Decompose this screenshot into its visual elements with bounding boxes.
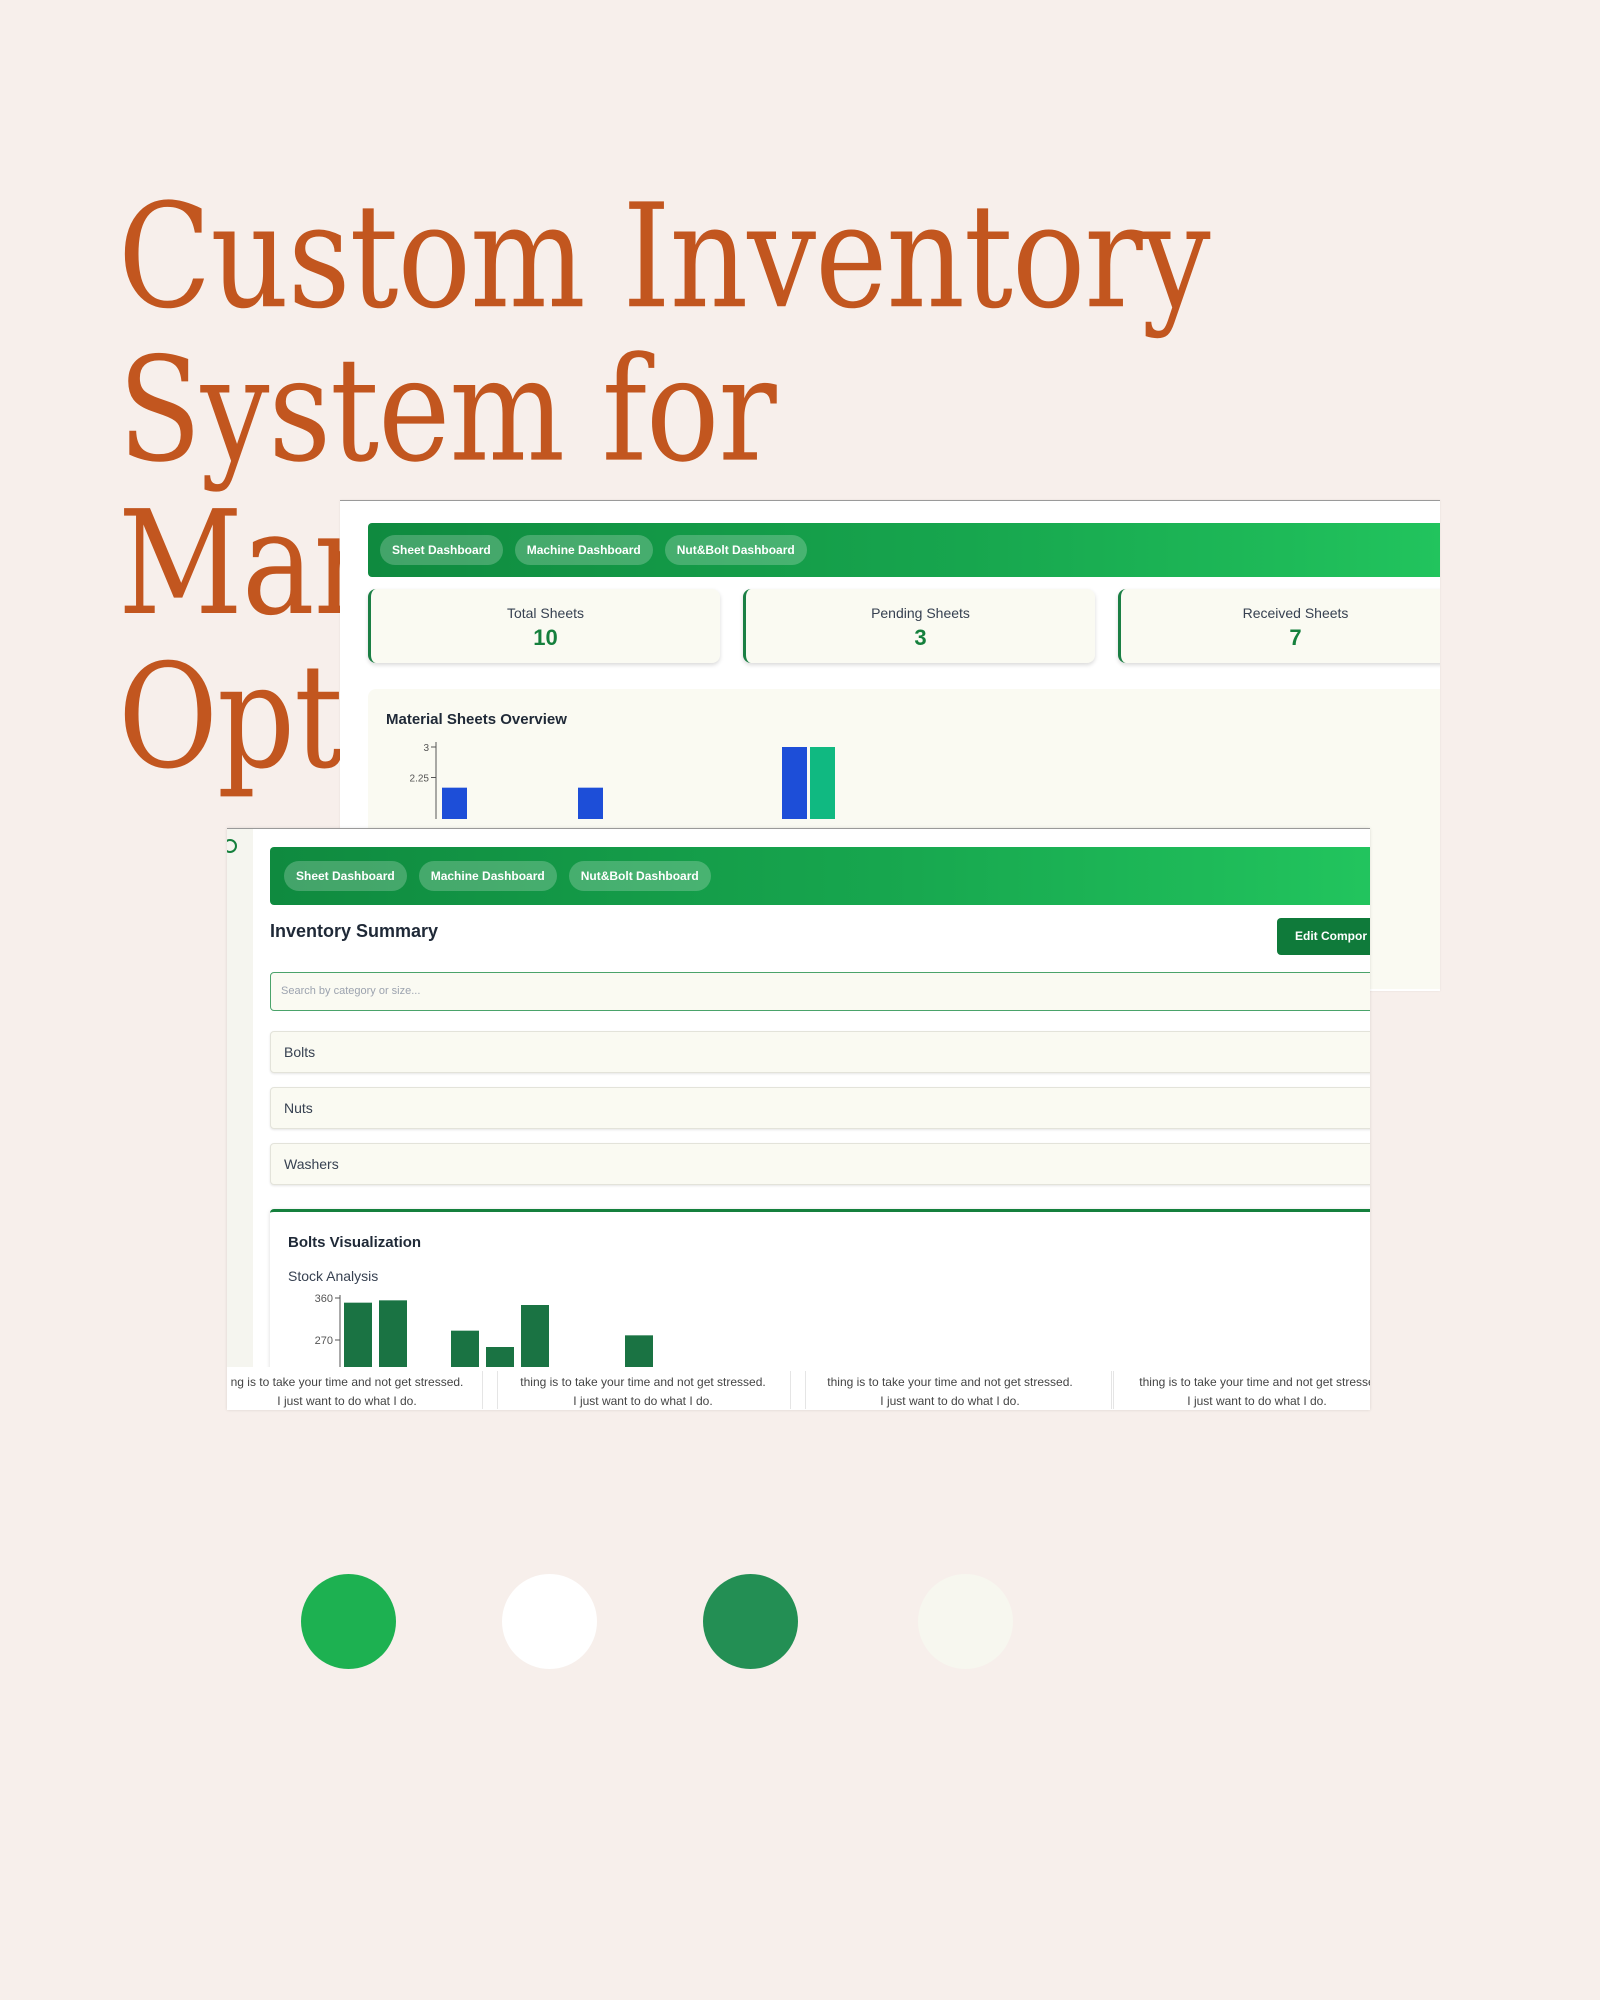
y-tick-label: 2.25 <box>410 774 430 785</box>
nav-sheet-dashboard[interactable]: Sheet Dashboard <box>380 535 503 565</box>
footer-cell: ng is to take your time and not get stre… <box>227 1373 487 1410</box>
search-input[interactable]: Search by category or size... <box>270 972 1370 1011</box>
palette-swatch-green <box>301 1574 396 1669</box>
palette-swatch-cream <box>918 1574 1013 1669</box>
footer-line: thing is to take your time and not get s… <box>520 1375 766 1389</box>
material-sheets-chart: 32.25 <box>410 742 835 819</box>
inventory-dashboard-screenshot: Sheet Dashboard Machine Dashboard Nut&Bo… <box>227 828 1370 1410</box>
divider <box>805 1371 806 1409</box>
bar <box>379 1300 407 1370</box>
bar <box>578 787 603 819</box>
footer-strip: ng is to take your time and not get stre… <box>227 1367 1370 1410</box>
footer-cell: thing is to take your time and not get s… <box>503 1373 783 1410</box>
footer-line: I just want to do what I do. <box>880 1394 1020 1408</box>
footer-line: I just want to do what I do. <box>277 1394 417 1408</box>
bolts-stock-chart: 360 270 <box>315 1293 653 1370</box>
divider <box>482 1371 483 1409</box>
bar <box>521 1305 549 1370</box>
sidebar <box>227 829 253 1410</box>
footer-line: I just want to do what I do. <box>1187 1394 1327 1408</box>
y-tick-label: 360 <box>315 1293 333 1305</box>
title-line-1: Custom Inventory System for <box>118 172 1211 494</box>
top-nav: Sheet Dashboard Machine Dashboard Nut&Bo… <box>270 847 1370 905</box>
bar <box>782 747 807 819</box>
footer-line: I just want to do what I do. <box>573 1394 713 1408</box>
footer-line: thing is to take your time and not get s… <box>1139 1375 1370 1389</box>
edit-components-button[interactable]: Edit Compor <box>1277 918 1370 955</box>
stat-label: Pending Sheets <box>871 605 970 621</box>
top-nav: Sheet Dashboard Machine Dashboard Nut&Bo… <box>368 523 1440 577</box>
stat-label: Total Sheets <box>506 605 585 621</box>
category-washers[interactable]: Washers <box>270 1143 1370 1185</box>
y-tick-label: 3 <box>423 743 429 754</box>
nav-nutbolt-dashboard[interactable]: Nut&Bolt Dashboard <box>568 861 711 891</box>
divider <box>1113 1371 1114 1409</box>
palette-swatch-dark-green <box>703 1574 798 1669</box>
stat-label: Received Sheets <box>1242 605 1349 621</box>
y-tick-label: 270 <box>315 1335 333 1347</box>
category-bolts[interactable]: Bolts <box>270 1031 1370 1073</box>
footer-cell: thing is to take your time and not get s… <box>810 1373 1090 1410</box>
nav-machine-dashboard[interactable]: Machine Dashboard <box>418 861 557 891</box>
bar <box>451 1330 479 1370</box>
footer-line: thing is to take your time and not get s… <box>827 1375 1073 1389</box>
divider <box>1111 1371 1112 1409</box>
stat-value: 7 <box>1289 625 1302 650</box>
category-nuts[interactable]: Nuts <box>270 1087 1370 1129</box>
stat-received-sheets: Received Sheets 7 <box>1118 589 1440 663</box>
nav-nutbolt-dashboard[interactable]: Nut&Bolt Dashboard <box>664 535 807 565</box>
stat-pending-sheets: Pending Sheets 3 <box>743 589 1095 663</box>
logo-icon <box>227 839 237 853</box>
inventory-summary-title: Inventory Summary <box>270 921 439 941</box>
nav-sheet-dashboard[interactable]: Sheet Dashboard <box>284 861 407 891</box>
bar <box>344 1302 372 1370</box>
stat-value: 10 <box>533 625 558 650</box>
footer-cell: thing is to take your time and not get s… <box>1117 1373 1370 1410</box>
stat-total-sheets: Total Sheets 10 <box>368 589 720 663</box>
stat-value: 3 <box>914 625 927 650</box>
viz-subtitle: Stock Analysis <box>288 1268 379 1284</box>
bar <box>625 1335 653 1370</box>
divider <box>790 1371 791 1409</box>
nav-machine-dashboard[interactable]: Machine Dashboard <box>514 535 653 565</box>
bar <box>810 747 835 819</box>
viz-title: Bolts Visualization <box>288 1234 422 1251</box>
bar <box>442 787 467 819</box>
palette-swatch-white <box>502 1574 597 1669</box>
divider <box>497 1371 498 1409</box>
footer-line: ng is to take your time and not get stre… <box>230 1375 464 1389</box>
chart-title: Material Sheets Overview <box>386 711 567 728</box>
